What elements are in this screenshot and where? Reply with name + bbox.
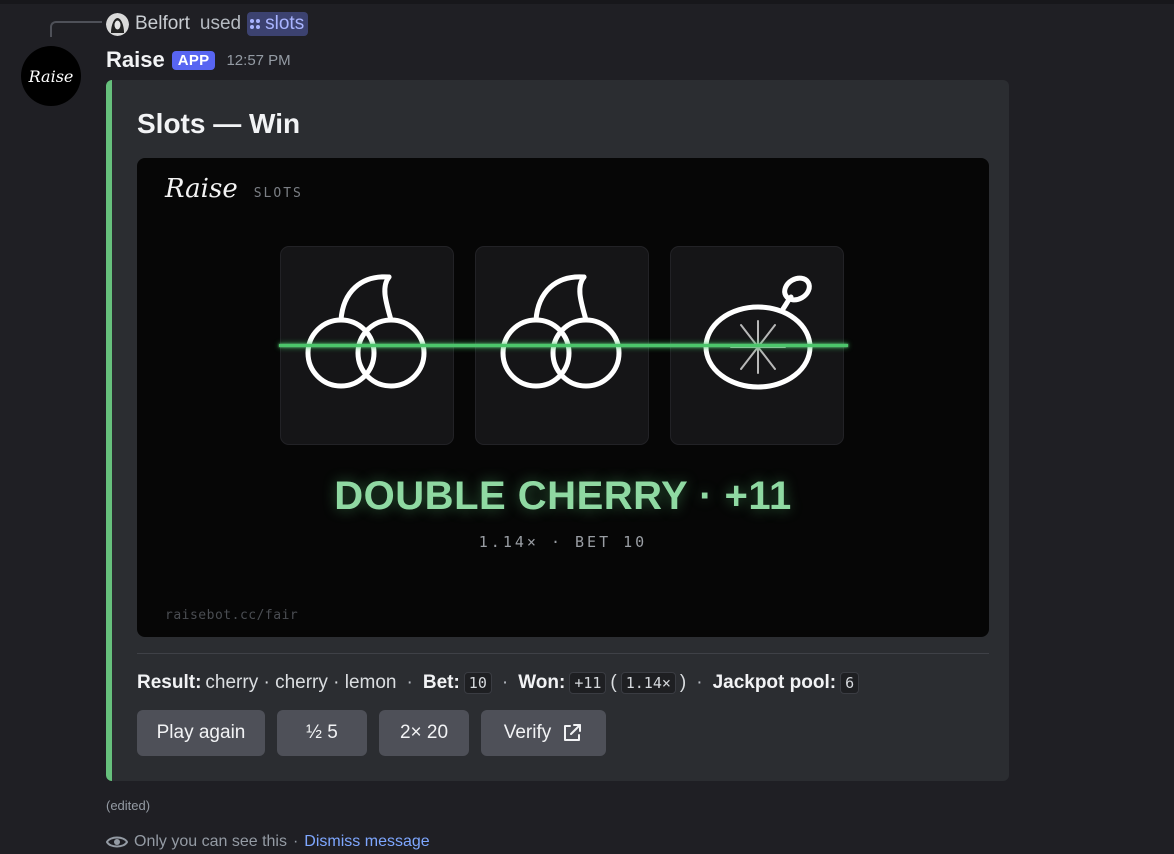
play-again-button[interactable]: Play again	[137, 710, 265, 756]
top-edge	[0, 0, 1174, 4]
brand-header: Raise SLOTS	[165, 174, 303, 204]
verify-link-button[interactable]: Verify	[481, 710, 606, 756]
slash-command-chip[interactable]: slots	[247, 12, 309, 36]
half-bet-button[interactable]: ½ 5	[277, 710, 367, 756]
bot-avatar-logo: Raise	[28, 66, 74, 86]
result-value: cherry · cherry · lemon	[205, 672, 397, 693]
command-reply-line: Belfort used slots	[106, 11, 309, 37]
jackpot-label: Jackpot pool:	[712, 672, 837, 693]
field-separator: ·	[696, 672, 703, 693]
action-buttons: Play again ½ 5 2× 20 Verify	[137, 710, 606, 756]
dismiss-message-link[interactable]: Dismiss message	[304, 833, 429, 851]
double-bet-label: 2× 20	[399, 722, 449, 743]
verify-label: Verify	[503, 722, 552, 743]
user-avatar[interactable]	[106, 12, 129, 36]
message-header: Raise APP 12:57 PM	[106, 46, 291, 74]
reply-spine	[50, 21, 102, 37]
multiplier-close-paren: )	[679, 672, 687, 693]
result-subline: 1.14× · BET 10	[478, 533, 648, 551]
field-separator: ·	[501, 672, 509, 693]
payline	[279, 344, 848, 347]
half-bet-label: ½ 5	[306, 722, 338, 743]
bet-value: 10	[463, 672, 492, 694]
result-label: Result:	[137, 672, 202, 693]
bot-avatar[interactable]: Raise	[21, 46, 81, 106]
ephemeral-notice: Only you can see this · Dismiss message	[106, 830, 430, 854]
embed-card: Slots — Win Raise SLOTS DOUBLE CHERRY · …	[106, 80, 1009, 781]
reply-user-name[interactable]: Belfort	[135, 13, 190, 35]
edited-label: (edited)	[106, 798, 151, 813]
embed-divider	[137, 653, 989, 654]
ephemeral-text: Only you can see this	[134, 833, 287, 850]
won-value: +11	[569, 672, 607, 694]
command-icon	[250, 19, 261, 29]
bot-name[interactable]: Raise	[106, 47, 165, 73]
slots-result-image[interactable]: Raise SLOTS DOUBLE CHERRY · +11 1.14× · …	[137, 158, 989, 637]
jackpot-value: 6	[840, 672, 860, 694]
reply-used-text: used	[199, 13, 242, 34]
embed-fields: Result: cherry · cherry · lemon · Bet: 1…	[137, 669, 860, 697]
field-separator: ·	[406, 672, 413, 693]
brand-logo: Raise	[165, 174, 238, 204]
won-label: Won:	[518, 672, 566, 693]
double-bet-button[interactable]: 2× 20	[379, 710, 469, 756]
external-link-icon	[564, 724, 582, 741]
bet-label: Bet:	[422, 672, 460, 693]
ephemeral-separator: ·	[292, 833, 299, 850]
message-timestamp[interactable]: 12:57 PM	[226, 52, 290, 69]
command-name: slots	[265, 13, 305, 34]
app-badge: APP	[171, 50, 216, 70]
brand-subtitle: SLOTS	[253, 186, 303, 201]
eye-icon	[106, 836, 128, 848]
multiplier-open-paren: (	[610, 672, 617, 693]
fairness-url: raisebot.cc/fair	[165, 608, 299, 623]
multiplier-value: 1.14×	[620, 672, 676, 694]
result-headline: DOUBLE CHERRY · +11	[334, 474, 792, 518]
embed-title: Slots — Win	[137, 108, 301, 139]
play-again-label: Play again	[156, 722, 246, 743]
